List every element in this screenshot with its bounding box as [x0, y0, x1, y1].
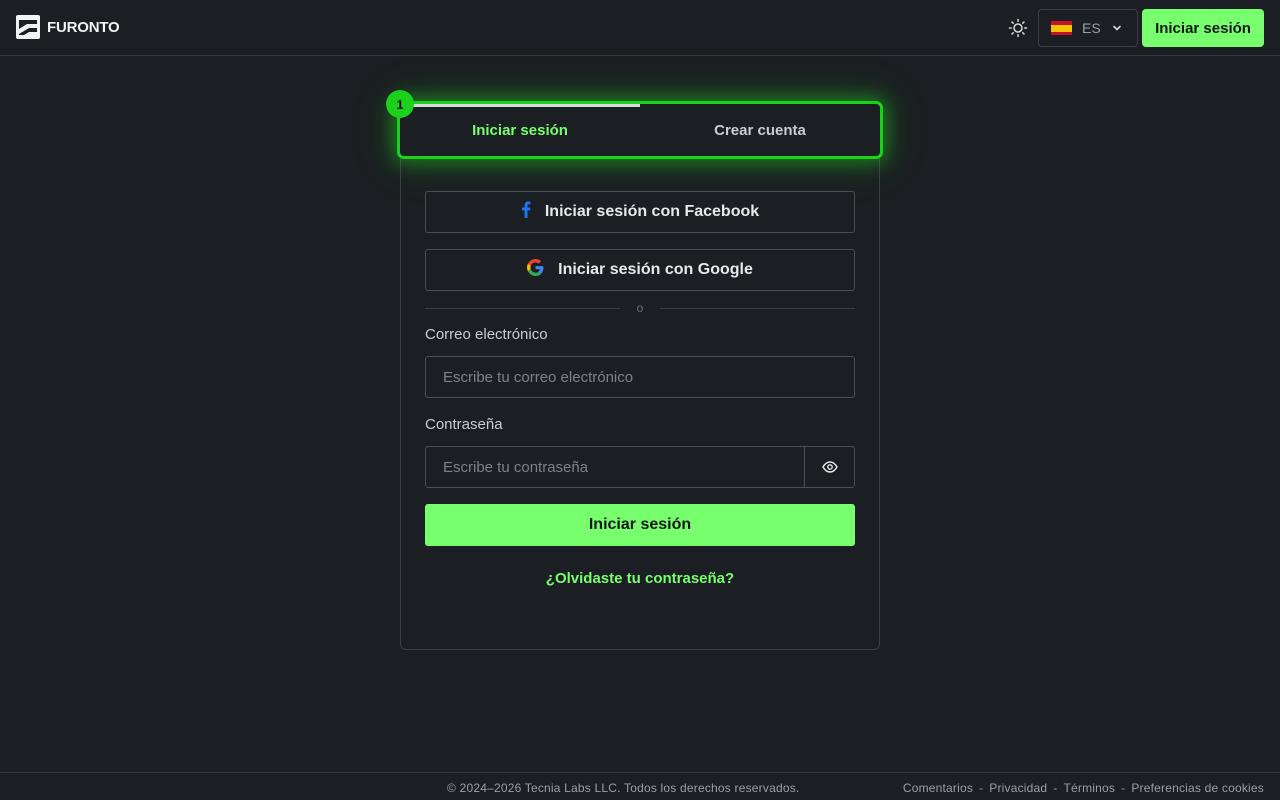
- language-code: ES: [1082, 20, 1101, 36]
- step-badge: 1: [386, 90, 414, 118]
- header-login-button[interactable]: Iniciar sesión: [1142, 9, 1264, 47]
- footer-link-privacy[interactable]: Privacidad: [989, 781, 1047, 795]
- footer-link-feedback[interactable]: Comentarios: [903, 781, 973, 795]
- facebook-icon: [521, 201, 531, 223]
- facebook-login-button[interactable]: Iniciar sesión con Facebook: [425, 191, 855, 233]
- logo[interactable]: FURONTO: [16, 15, 120, 39]
- tab-login[interactable]: Iniciar sesión: [400, 104, 640, 156]
- spain-flag-icon: [1051, 21, 1072, 35]
- theme-toggle-button[interactable]: [1004, 14, 1032, 42]
- tab-create-account[interactable]: Crear cuenta: [640, 104, 880, 156]
- login-submit-button[interactable]: Iniciar sesión: [425, 504, 855, 546]
- email-label: Correo electrónico: [425, 326, 548, 343]
- or-text: o: [636, 301, 644, 315]
- google-login-button[interactable]: Iniciar sesión con Google: [425, 249, 855, 291]
- google-icon: [527, 259, 544, 281]
- eye-icon: [821, 461, 838, 473]
- password-label: Contraseña: [425, 416, 503, 433]
- footer-link-terms[interactable]: Términos: [1064, 781, 1116, 795]
- chevron-down-icon: [1112, 23, 1122, 33]
- sun-icon: [1008, 18, 1028, 38]
- footer-link-cookie-preferences[interactable]: Preferencias de cookies: [1131, 781, 1264, 795]
- email-field[interactable]: [425, 356, 855, 398]
- footer: © 2024–2026 Tecnia Labs LLC. Todos los d…: [0, 772, 1280, 800]
- footer-separator: -: [1121, 781, 1126, 795]
- show-password-button[interactable]: [804, 446, 855, 488]
- footer-separator: -: [979, 781, 984, 795]
- top-bar: FURONTO ES Iniciar sesión: [0, 0, 1280, 56]
- logo-icon: [16, 15, 40, 39]
- copyright-text: © 2024–2026 Tecnia Labs LLC. Todos los d…: [447, 781, 800, 795]
- or-divider: o: [425, 299, 855, 317]
- password-field[interactable]: [425, 446, 806, 488]
- facebook-login-label: Iniciar sesión con Facebook: [544, 203, 760, 220]
- google-login-label: Iniciar sesión con Google: [558, 261, 753, 278]
- language-select[interactable]: ES: [1038, 9, 1138, 47]
- forgot-password-link[interactable]: ¿Olvidaste tu contraseña?: [425, 570, 855, 587]
- footer-separator: -: [1053, 781, 1058, 795]
- footer-links: Comentarios - Privacidad - Términos - Pr…: [903, 781, 1264, 795]
- auth-tabs: Iniciar sesión Crear cuenta: [397, 101, 883, 159]
- logo-text: FURONTO: [47, 18, 120, 36]
